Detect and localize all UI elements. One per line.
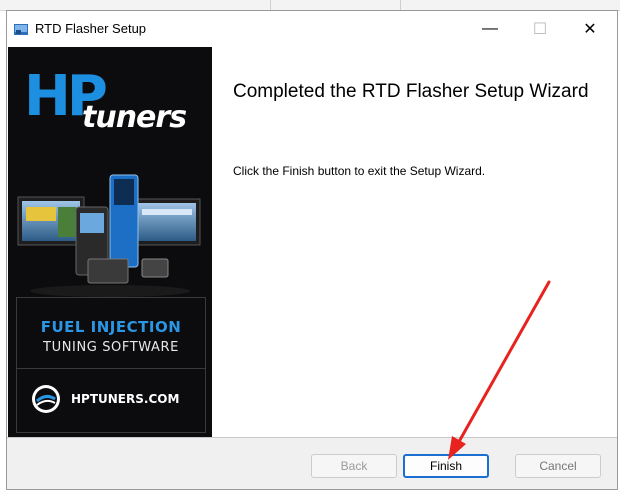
finish-button[interactable]: Finish [403,454,489,478]
cancel-button[interactable]: Cancel [515,454,601,478]
button-bar: Back Finish Cancel [7,437,617,489]
hp-tuners-logo: HP tuners [16,63,206,143]
website-text: HPTUNERS.COM [71,392,180,406]
instruction-text: Click the Finish button to exit the Setu… [233,164,486,178]
setup-dialog: RTD Flasher Setup — ☐ ✕ HP tuners FUEL I… [6,10,618,490]
tagline-divider [17,368,205,369]
products-image [17,174,201,297]
brand-banner: HP tuners FUEL INJECTION TUNING SOFTWARE… [8,47,212,443]
completion-heading: Completed the RTD Flasher Setup Wizard [233,81,589,102]
logo-tuners-text: tuners [82,100,187,135]
minimize-button[interactable]: — [467,11,513,47]
hp-tuners-badge-icon [32,385,60,413]
window-title: RTD Flasher Setup [35,21,147,36]
tagline-line2: TUNING SOFTWARE [43,340,179,355]
close-button[interactable]: ✕ [567,11,613,47]
maximize-button[interactable]: ☐ [517,11,563,47]
screen: RTD Flasher Setup — ☐ ✕ HP tuners FUEL I… [0,0,620,492]
tagline-line1: FUEL INJECTION [40,318,182,336]
installer-app-icon [14,24,28,35]
tagline-box: FUEL INJECTION TUNING SOFTWARE HPTUNERS.… [16,297,206,433]
back-button[interactable]: Back [311,454,397,478]
title-bar[interactable]: RTD Flasher Setup — ☐ ✕ [7,11,617,47]
